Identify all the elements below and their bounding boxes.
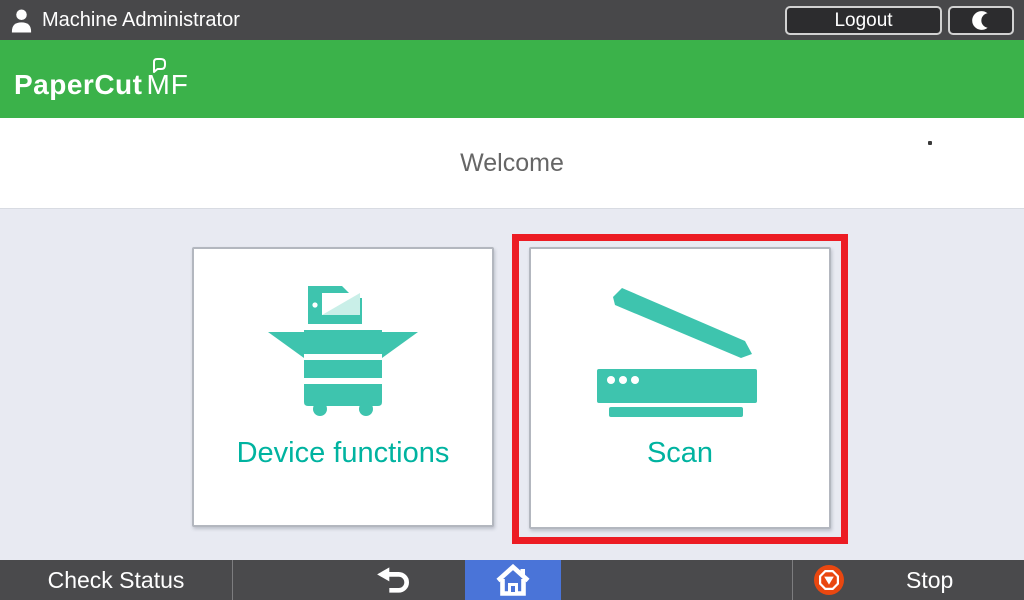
sleep-mode-button[interactable] xyxy=(948,6,1014,35)
moon-icon xyxy=(969,8,994,33)
scan-card-highlight: Scan xyxy=(512,234,848,544)
page-title: Welcome xyxy=(460,149,564,178)
scan-card[interactable]: Scan xyxy=(529,247,831,529)
printer-icon xyxy=(258,279,428,421)
brand-name: PaperCut xyxy=(14,69,142,100)
bottom-bar-divider xyxy=(232,560,233,600)
logout-label: Logout xyxy=(834,10,892,32)
device-functions-label: Device functions xyxy=(237,437,450,470)
logout-button[interactable]: Logout xyxy=(785,6,942,35)
bottom-bar: Check Status S xyxy=(0,560,1024,600)
check-status-button[interactable]: Check Status xyxy=(0,560,232,600)
home-icon xyxy=(495,564,531,596)
top-bar: Machine Administrator Logout xyxy=(0,0,1024,40)
stop-button[interactable]: Stop xyxy=(792,560,1024,600)
stray-dot xyxy=(928,141,932,145)
brand-banner: PaperCutMF xyxy=(0,40,1024,118)
brand-suffix: MF xyxy=(146,69,188,100)
back-arrow-icon xyxy=(374,565,414,595)
welcome-band: Welcome xyxy=(0,118,1024,208)
person-icon xyxy=(10,7,33,33)
scan-label: Scan xyxy=(647,437,713,470)
home-screen-content: Device functions Scan xyxy=(0,208,1024,560)
back-button[interactable] xyxy=(368,560,420,600)
device-functions-card[interactable]: Device functions xyxy=(192,247,494,527)
papercut-logo: PaperCutMF xyxy=(14,69,189,101)
stop-octagon-icon xyxy=(814,565,844,595)
home-button[interactable] xyxy=(465,560,561,600)
scanner-icon xyxy=(595,279,765,421)
check-status-label: Check Status xyxy=(48,567,185,594)
logged-in-user: Machine Administrator xyxy=(42,9,240,32)
page-flag-icon xyxy=(151,57,167,73)
stop-label: Stop xyxy=(906,567,953,594)
